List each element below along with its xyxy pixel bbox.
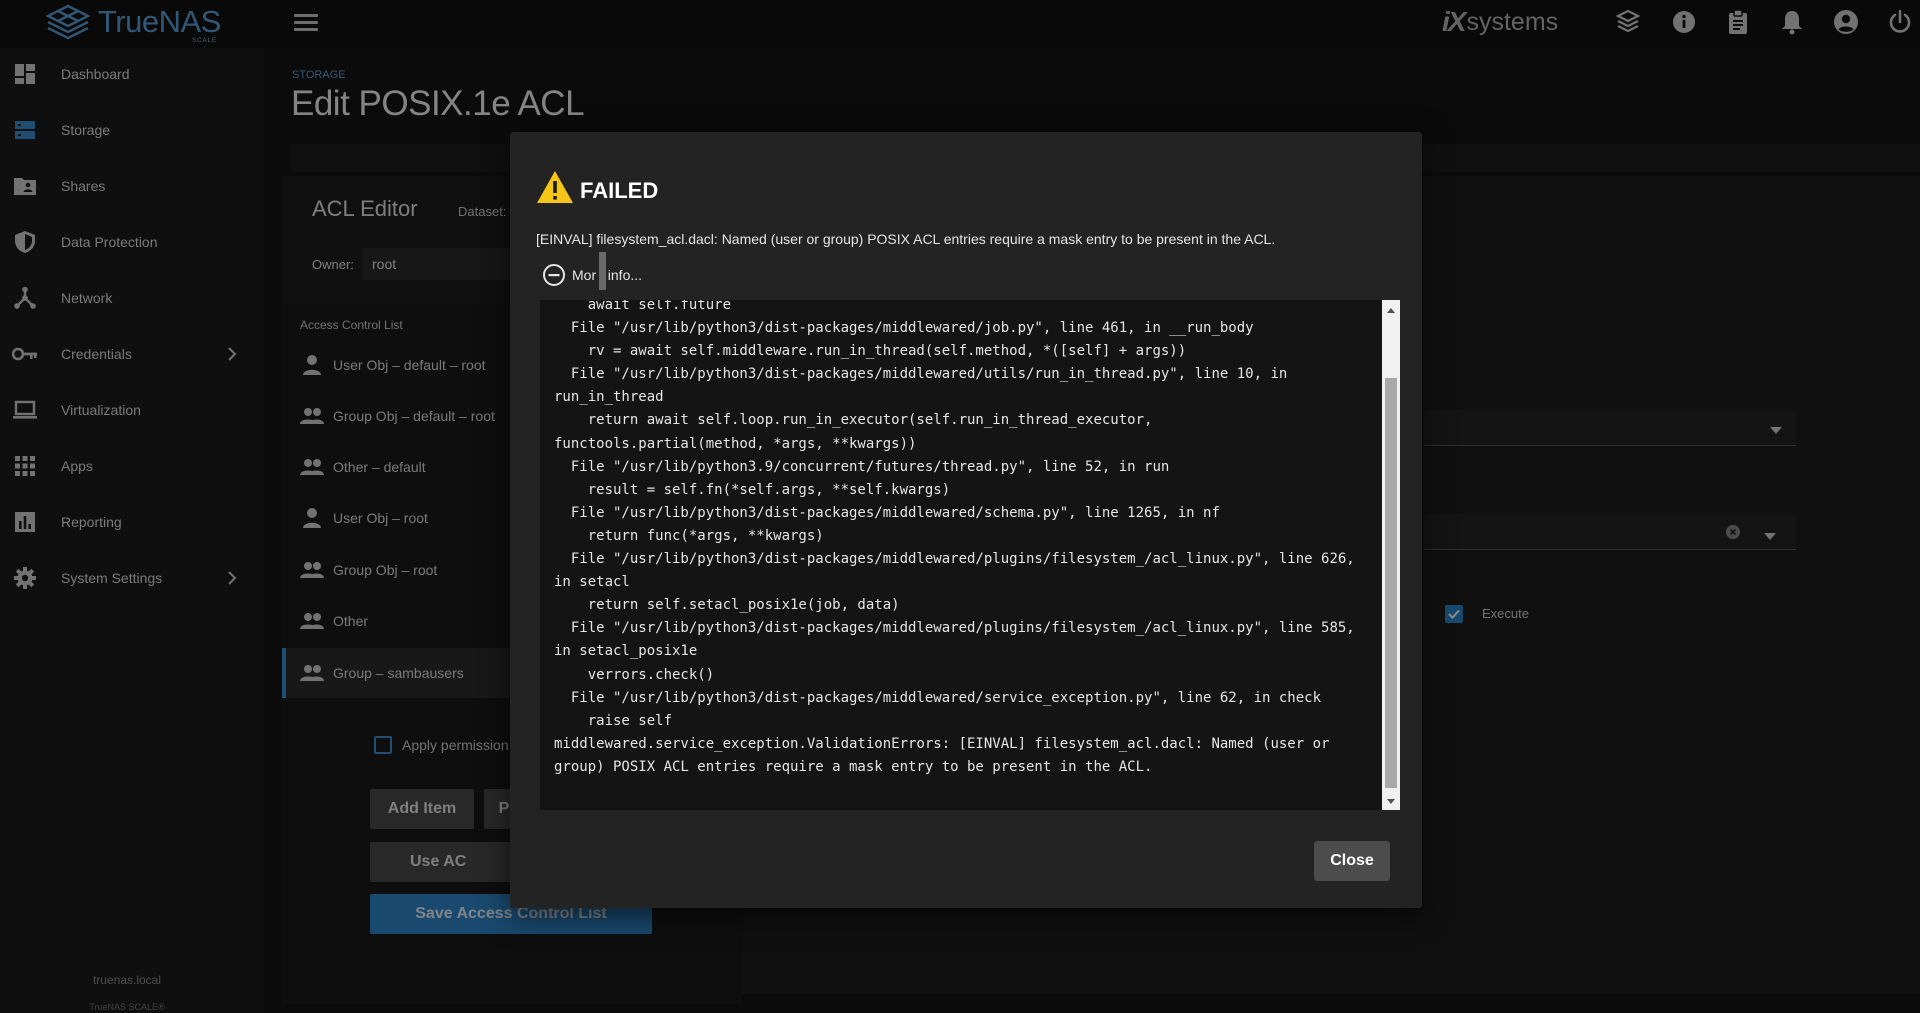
close-button[interactable]: Close xyxy=(1314,841,1390,881)
traceback-panel[interactable]: await self.future File "/usr/lib/python3… xyxy=(540,300,1400,810)
scrollbar-thumb[interactable] xyxy=(1385,378,1397,788)
scroll-up-arrow-icon[interactable] xyxy=(1385,304,1397,316)
traceback-text: await self.future File "/usr/lib/python3… xyxy=(554,300,1355,775)
more-info-toggle[interactable]: Mor info... xyxy=(542,262,642,288)
text-cursor xyxy=(599,252,606,290)
collapse-circle-icon xyxy=(543,264,565,286)
error-message: [EINVAL] filesystem_acl.dacl: Named (use… xyxy=(536,231,1276,247)
scroll-down-arrow-icon[interactable] xyxy=(1385,794,1397,806)
dialog-title: FAILED xyxy=(580,178,659,203)
error-dialog: FAILED [EINVAL] filesystem_acl.dacl: Nam… xyxy=(510,132,1422,908)
more-info-label: Mor info... xyxy=(572,267,643,283)
warning-icon xyxy=(536,170,574,204)
